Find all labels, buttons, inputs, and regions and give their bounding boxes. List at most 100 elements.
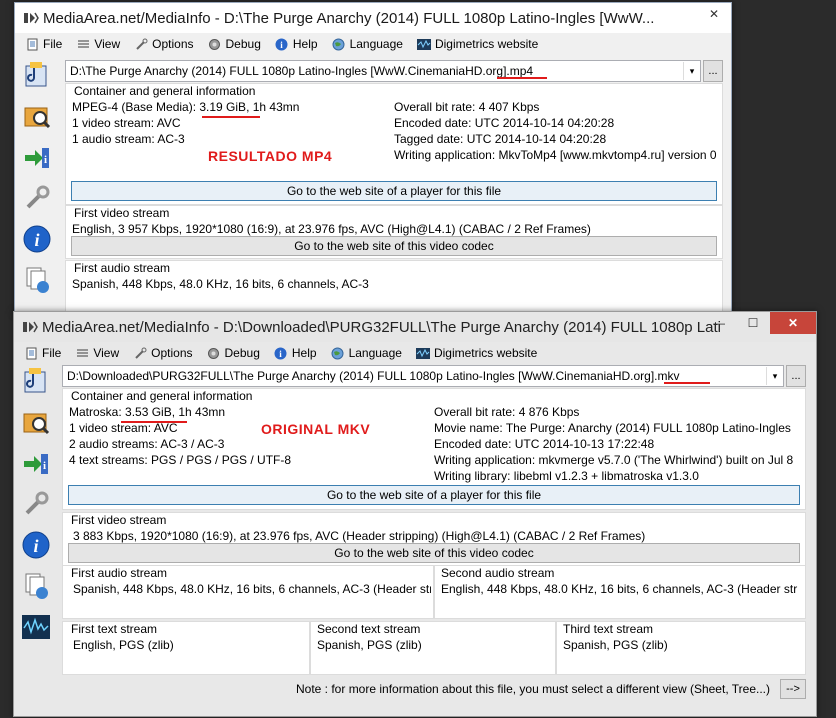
sidebar: i i: [21, 60, 57, 306]
audio-panel-1: First audio stream Spanish, 448 Kbps, 48…: [62, 565, 434, 619]
menu-help[interactable]: i Help: [275, 37, 318, 51]
menu-digimetrics-label: Digimetrics website: [434, 37, 539, 51]
menu-file-label: File: [43, 37, 63, 51]
player-website-button[interactable]: Go to the web site of a player for this …: [71, 181, 717, 201]
open-file-button[interactable]: [21, 60, 53, 92]
preferences-button[interactable]: [20, 489, 52, 521]
annotation-underline-size: [121, 421, 187, 423]
digimetrics-icon: [415, 346, 430, 360]
title-bar[interactable]: MediaArea.net/MediaInfo - D:\The Purge A…: [15, 3, 731, 33]
dropdown-arrow-icon[interactable]: ▾: [683, 62, 700, 80]
text-panel-3: Third text stream Spanish, PGS (zlib): [556, 621, 806, 675]
text-panel-2: Second text stream Spanish, PGS (zlib): [310, 621, 556, 675]
menu-view-label: View: [93, 346, 120, 360]
menu-debug[interactable]: Debug: [208, 37, 261, 51]
general-right-2: Encoded date: UTC 2014-10-14 04:20:28: [394, 116, 615, 130]
open-folder-button[interactable]: [21, 101, 53, 133]
menu-help[interactable]: i Help: [274, 346, 317, 360]
annotation-underline-ext: [497, 77, 547, 79]
view-icon: [76, 37, 90, 51]
general-right-4: Writing application: MkvToMp4 [www.mkvto…: [394, 148, 716, 162]
text3-title: Third text stream: [563, 622, 654, 636]
title-bar[interactable]: MediaArea.net/MediaInfo - D:\Downloaded\…: [14, 312, 816, 342]
close-button[interactable]: ✕: [697, 3, 731, 25]
open-folder-icon: [22, 101, 52, 134]
file-select[interactable]: D:\The Purge Anarchy (2014) FULL 1080p L…: [65, 60, 701, 82]
audio-line: Spanish, 448 Kbps, 48.0 KHz, 16 bits, 6 …: [72, 277, 369, 291]
menu-debug[interactable]: Debug: [207, 346, 260, 360]
close-button[interactable]: ✕: [770, 312, 816, 334]
container-panel: Container and general information Matros…: [62, 388, 806, 510]
options-icon: [133, 346, 147, 360]
menu-debug-label: Debug: [224, 346, 260, 360]
wrench-icon: [21, 489, 51, 522]
check-update-button[interactable]: [20, 571, 52, 603]
help-icon: i: [274, 346, 288, 360]
audio2-line: English, 448 Kbps, 48.0 KHz, 16 bits, 6 …: [441, 582, 798, 596]
digimetrics-button[interactable]: [20, 612, 52, 644]
menu-digimetrics[interactable]: Digimetrics website: [415, 346, 537, 360]
view-note: Note : for more information about this f…: [296, 682, 770, 696]
maximize-button[interactable]: ☐: [736, 312, 770, 334]
info-icon: i: [21, 530, 51, 563]
video-line: English, 3 957 Kbps, 1920*1080 (16:9), a…: [72, 222, 591, 236]
menu-digimetrics[interactable]: Digimetrics website: [416, 37, 539, 51]
dropdown-arrow-icon[interactable]: ▾: [766, 367, 783, 385]
file-path: D:\The Purge Anarchy (2014) FULL 1080p L…: [70, 64, 534, 78]
general-right-1: Overall bit rate: 4 407 Kbps: [394, 100, 540, 114]
menu-options-label: Options: [152, 37, 194, 51]
help-icon: i: [275, 37, 289, 51]
audio1-title: First audio stream: [71, 566, 168, 580]
browse-button[interactable]: ...: [703, 60, 723, 82]
menu-help-label: Help: [291, 346, 317, 360]
about-button[interactable]: i: [21, 224, 53, 256]
menu-view[interactable]: View: [76, 37, 120, 51]
text2-title: Second text stream: [317, 622, 421, 636]
codec-website-button[interactable]: Go to the web site of this video codec: [71, 236, 717, 256]
container-title: Container and general information: [71, 389, 253, 403]
menu-language[interactable]: Language: [332, 37, 403, 51]
check-update-button[interactable]: [21, 265, 53, 297]
text1-line: English, PGS (zlib): [73, 638, 174, 652]
menu-language-label: Language: [348, 346, 402, 360]
container-panel: Container and general information MPEG-4…: [65, 83, 723, 205]
codec-website-button[interactable]: Go to the web site of this video codec: [68, 543, 800, 563]
globe-icon: [331, 346, 345, 360]
menu-bar: File View Options Debug i Help Language …: [15, 33, 731, 55]
menu-file[interactable]: File: [24, 346, 61, 360]
video-line: 3 883 Kbps, 1920*1080 (16:9), at 23.976 …: [73, 529, 646, 543]
menu-options[interactable]: Options: [134, 37, 194, 51]
text3-line: Spanish, PGS (zlib): [563, 638, 668, 652]
about-button[interactable]: i: [20, 530, 52, 562]
open-file-button[interactable]: [20, 366, 52, 398]
mediainfo-window-mp4: MediaArea.net/MediaInfo - D:\The Purge A…: [14, 2, 732, 314]
open-folder-button[interactable]: [20, 407, 52, 439]
player-website-button[interactable]: Go to the web site of a player for this …: [68, 485, 800, 505]
more-view-button[interactable]: -->: [780, 679, 806, 699]
audio-panel-2: Second audio stream English, 448 Kbps, 4…: [434, 565, 806, 619]
export-button[interactable]: i: [20, 448, 52, 480]
annotation-label: ORIGINAL MKV: [261, 421, 371, 437]
menu-options-label: Options: [151, 346, 193, 360]
general-line-2: 1 video stream: AVC: [69, 421, 178, 435]
sidebar: i i: [20, 366, 56, 653]
general-right-5: Writing library: libebml v1.2.3 + libmat…: [434, 469, 699, 483]
open-file-icon: [21, 366, 51, 399]
preferences-button[interactable]: [21, 183, 53, 215]
menu-file-label: File: [42, 346, 62, 360]
menu-options[interactable]: Options: [133, 346, 193, 360]
general-line-4: 4 text streams: PGS / PGS / PGS / UTF-8: [69, 453, 292, 467]
view-icon: [75, 346, 89, 360]
video-panel: First video stream 3 883 Kbps, 1920*1080…: [62, 512, 806, 566]
text1-title: First text stream: [71, 622, 158, 636]
text2-line: Spanish, PGS (zlib): [317, 638, 422, 652]
export-button[interactable]: i: [21, 142, 53, 174]
browse-button[interactable]: ...: [786, 365, 806, 387]
minimize-button[interactable]: —: [702, 312, 736, 334]
menu-help-label: Help: [292, 37, 318, 51]
audio-title: First audio stream: [74, 261, 171, 275]
menu-view[interactable]: View: [75, 346, 119, 360]
general-line-1: MPEG-4 (Base Media): 3.19 GiB, 1h 43mn: [72, 100, 300, 114]
menu-file[interactable]: File: [25, 37, 62, 51]
menu-language[interactable]: Language: [331, 346, 402, 360]
